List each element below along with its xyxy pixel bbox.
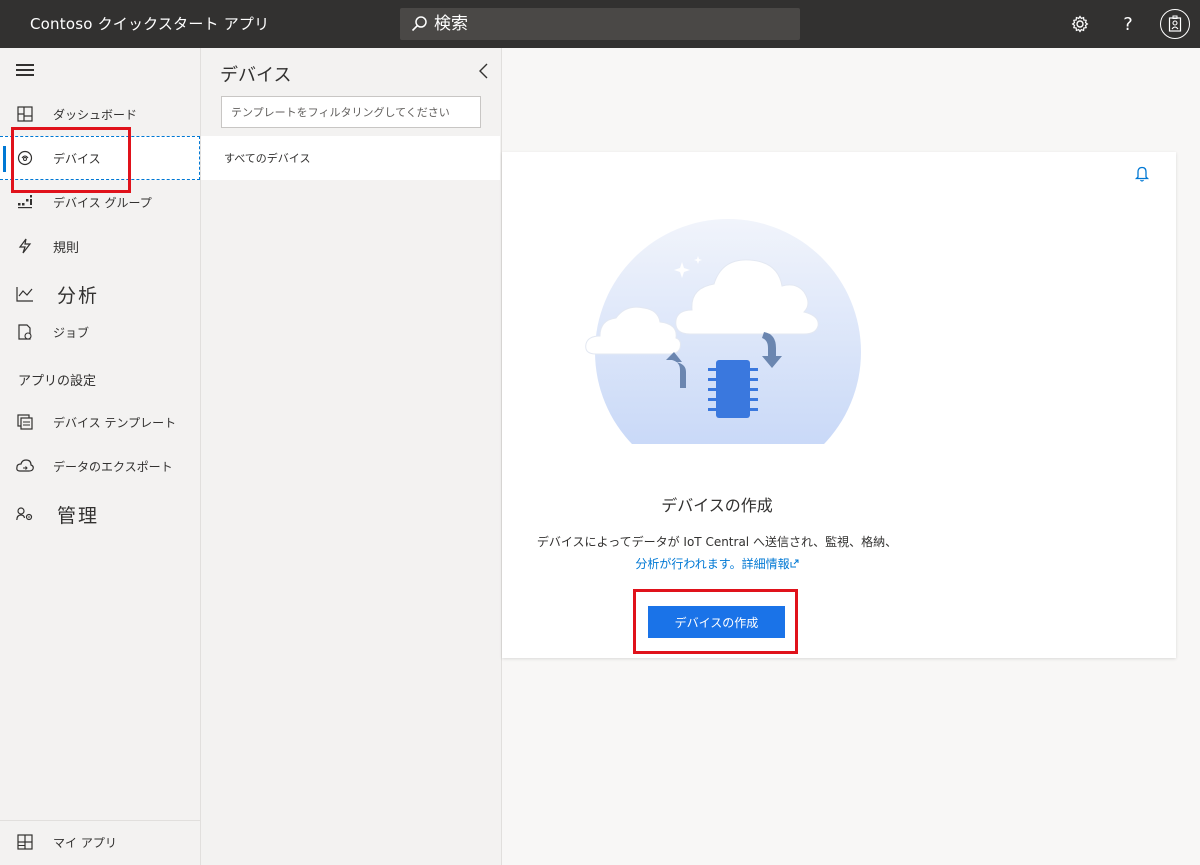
rules-icon	[16, 237, 34, 255]
left-nav: ダッシュボード デバイス デバイス グループ 規則 分析 ジョブ アプリの設定	[0, 48, 201, 865]
gear-icon[interactable]	[1066, 10, 1094, 38]
cloud-device-illustration	[582, 212, 872, 447]
nav-label-jobs: ジョブ	[53, 325, 90, 340]
admin-icon	[16, 505, 34, 523]
top-bar: Contoso クイックスタート アプリ ?	[0, 0, 1200, 48]
nav-item-admin[interactable]: 管理	[0, 494, 200, 534]
external-link-icon	[790, 557, 799, 571]
data-export-icon	[16, 457, 34, 475]
jobs-icon	[16, 323, 34, 341]
nav-label-rules: 規則	[53, 240, 80, 256]
card-description-tail: 分析が行われます。	[635, 557, 742, 571]
nav-label-my-apps: マイ アプリ	[53, 835, 117, 850]
nav-item-jobs[interactable]: ジョブ	[0, 314, 200, 350]
create-device-card: デバイスの作成 デバイスによってデータが IoT Central へ送信され、監…	[502, 152, 1176, 658]
nav-item-analytics[interactable]: 分析	[0, 274, 200, 314]
dashboard-icon	[16, 105, 34, 123]
nav-item-devices[interactable]: デバイス	[0, 136, 200, 180]
template-filter-input[interactable]	[221, 96, 481, 128]
nav-item-my-apps[interactable]: マイ アプリ	[0, 824, 200, 860]
nav-item-dashboard[interactable]: ダッシュボード	[0, 96, 200, 132]
nav-label-device-templates: デバイス テンプレート	[53, 415, 177, 430]
nav-label-data-export: データのエクスポート	[53, 459, 173, 474]
active-indicator	[3, 146, 6, 172]
card-description: デバイスによってデータが IoT Central へ送信され、監視、格納、	[536, 535, 898, 549]
nav-item-device-groups[interactable]: デバイス グループ	[0, 184, 200, 220]
devices-icon	[16, 149, 34, 167]
nav-label-admin: 管理	[57, 504, 100, 527]
my-apps-icon	[16, 833, 34, 851]
nav-item-rules[interactable]: 規則	[0, 228, 200, 264]
search-input[interactable]	[434, 14, 774, 34]
create-device-button[interactable]: デバイスの作成	[648, 606, 785, 638]
nav-label-dashboard: ダッシュボード	[53, 107, 138, 122]
devices-panel-title: デバイス	[220, 65, 292, 86]
analytics-icon	[16, 285, 34, 303]
search-box[interactable]	[400, 8, 800, 40]
all-devices-item[interactable]: すべてのデバイス	[201, 136, 500, 180]
nav-divider	[0, 820, 200, 821]
chevron-left-icon[interactable]	[477, 62, 493, 80]
nav-label-device-groups: デバイス グループ	[53, 195, 152, 210]
avatar[interactable]	[1160, 9, 1190, 39]
app-title[interactable]: Contoso クイックスタート アプリ	[30, 13, 269, 34]
nav-section-app-settings: アプリの設定	[18, 374, 97, 389]
devices-panel: デバイス すべてのデバイス	[201, 48, 502, 865]
search-icon	[408, 13, 430, 35]
learn-more-link[interactable]: 詳細情報	[742, 557, 790, 571]
bell-icon[interactable]	[1134, 165, 1150, 183]
help-icon[interactable]: ?	[1114, 10, 1142, 38]
card-title: デバイスの作成	[661, 496, 773, 515]
all-devices-label: すべてのデバイス	[224, 152, 311, 165]
nav-label-devices: デバイス	[53, 151, 101, 166]
hamburger-icon[interactable]	[16, 64, 34, 78]
nav-label-analytics: 分析	[57, 284, 100, 307]
device-templates-icon	[16, 413, 34, 431]
device-groups-icon	[16, 193, 34, 211]
card-description-line2: 分析が行われます。詳細情報	[502, 555, 932, 572]
nav-item-device-templates[interactable]: デバイス テンプレート	[0, 404, 200, 440]
nav-item-data-export[interactable]: データのエクスポート	[0, 448, 200, 484]
